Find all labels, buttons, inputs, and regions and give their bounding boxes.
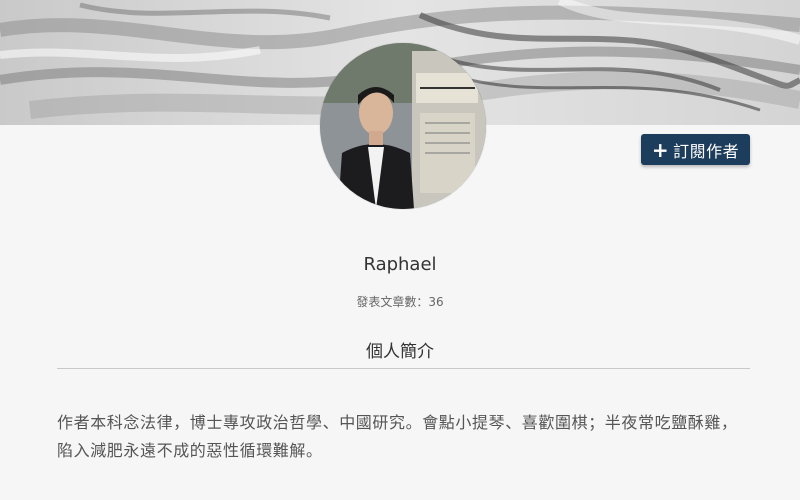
subscribe-author-button[interactable]: + 訂閱作者 bbox=[641, 134, 750, 165]
author-avatar bbox=[320, 43, 486, 209]
bio-divider bbox=[57, 368, 750, 369]
bio-heading: 個人簡介 bbox=[366, 342, 434, 362]
author-name: Raphael bbox=[363, 254, 437, 275]
plus-icon: + bbox=[651, 137, 670, 162]
subscribe-label: 訂閱作者 bbox=[673, 141, 740, 161]
author-profile-page: + 訂閱作者 Raphael 發表文章數：36 個人簡介 作者本科念法律，博士專… bbox=[0, 0, 800, 500]
bio-text: 作者本科念法律，博士專攻政治哲學、中國研究。會點小提琴、喜歡圍棋；半夜常吃鹽酥雞… bbox=[57, 413, 738, 460]
post-count: 發表文章數：36 bbox=[356, 295, 444, 309]
